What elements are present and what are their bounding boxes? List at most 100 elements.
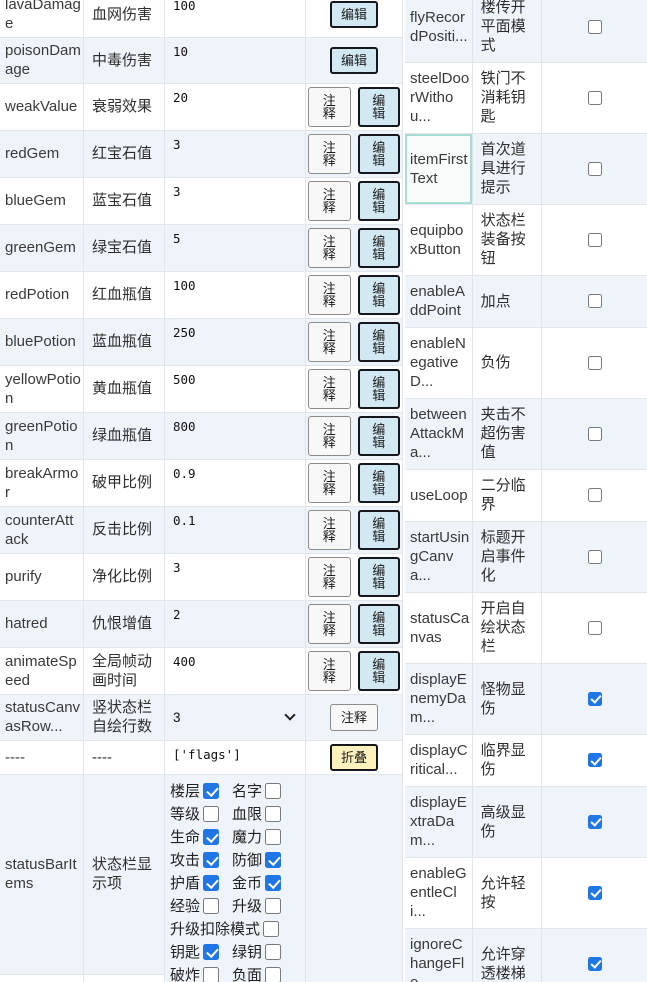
flag-checkbox[interactable] xyxy=(588,550,602,564)
status-bar-item: 破炸 xyxy=(170,964,219,982)
flag-checkbox[interactable] xyxy=(588,815,602,829)
status-bar-item-checkbox[interactable] xyxy=(203,829,219,845)
status-bar-item-checkbox[interactable] xyxy=(265,898,281,914)
edit-button[interactable]: 编辑 xyxy=(358,134,401,174)
field-label: 蓝血瓶值 xyxy=(83,319,164,365)
field-label: 夹击不超伤害值 xyxy=(472,399,541,469)
flag-checkbox[interactable] xyxy=(588,488,602,502)
comment-button[interactable]: 注释 xyxy=(308,322,351,362)
flag-value-cell xyxy=(541,134,647,204)
status-bar-item-checkbox[interactable] xyxy=(265,875,281,891)
status-bar-item-label: 经验 xyxy=(170,895,200,916)
status-bar-item-checkbox[interactable] xyxy=(203,783,219,799)
flag-checkbox[interactable] xyxy=(588,356,602,370)
edit-button[interactable]: 编辑 xyxy=(358,181,401,221)
comment-button[interactable]: 注释 xyxy=(308,557,351,597)
flag-value-cell xyxy=(541,0,647,62)
field-key: hatred xyxy=(0,601,83,647)
comment-button[interactable]: 注释 xyxy=(308,369,351,409)
flag-checkbox[interactable] xyxy=(588,621,602,635)
comment-button[interactable]: 注释 xyxy=(308,275,351,315)
edit-button[interactable]: 编辑 xyxy=(358,87,401,127)
flag-checkbox[interactable] xyxy=(588,294,602,308)
flag-checkbox[interactable] xyxy=(588,692,602,706)
comment-button[interactable]: 注释 xyxy=(308,463,351,503)
edit-button[interactable]: 编辑 xyxy=(330,1,378,28)
chevron-down-icon xyxy=(284,709,295,720)
edit-button[interactable]: 编辑 xyxy=(330,47,378,74)
field-key: ignoreChangeFlo... xyxy=(405,929,472,982)
flag-checkbox[interactable] xyxy=(588,886,602,900)
status-bar-item: 攻击 xyxy=(170,849,219,870)
field-label: 净化比例 xyxy=(83,554,164,600)
edit-button[interactable]: 编辑 xyxy=(358,463,401,503)
flag-checkbox[interactable] xyxy=(588,91,602,105)
field-label: 红宝石值 xyxy=(83,131,164,177)
status-bar-item-checkbox[interactable] xyxy=(203,852,219,868)
value-column: 楼层名字等级血限生命魔力攻击防御护盾金币经验升级升级扣除模式钥匙绿钥破炸负面技能 xyxy=(164,775,305,982)
flag-checkbox[interactable] xyxy=(588,957,602,971)
flag-checkbox[interactable] xyxy=(588,20,602,34)
flag-value-cell xyxy=(541,205,647,275)
field-value: ['flags'] xyxy=(173,745,297,764)
status-bar-item-label: 名字 xyxy=(232,780,262,801)
comment-button[interactable]: 注释 xyxy=(308,510,351,550)
status-bar-item-checkbox[interactable] xyxy=(265,944,281,960)
edit-button[interactable]: 编辑 xyxy=(358,557,401,597)
edit-button[interactable]: 编辑 xyxy=(358,228,401,268)
flag-checkbox[interactable] xyxy=(588,753,602,767)
field-key: enableGentleCli... xyxy=(405,858,472,928)
status-bar-item-checkbox[interactable] xyxy=(203,875,219,891)
edit-button[interactable]: 编辑 xyxy=(358,510,401,550)
edit-button[interactable]: 编辑 xyxy=(358,369,401,409)
status-bar-item-checkbox[interactable] xyxy=(265,806,281,822)
status-bar-item-checkbox[interactable] xyxy=(265,829,281,845)
status-bar-item-checkbox[interactable] xyxy=(265,967,281,982)
field-label: 临界显伤 xyxy=(472,735,541,786)
comment-button[interactable]: 注释 xyxy=(308,134,351,174)
edit-button[interactable]: 编辑 xyxy=(358,651,401,691)
comment-button[interactable]: 注释 xyxy=(308,181,351,221)
comment-button[interactable]: 注释 xyxy=(308,87,351,127)
row-count-select[interactable]: 3 xyxy=(173,708,297,727)
flag-checkbox[interactable] xyxy=(588,233,602,247)
field-value-cell: 0.1 xyxy=(164,507,305,553)
status-bar-item-checkbox[interactable] xyxy=(263,921,279,937)
field-key: weakValue xyxy=(0,84,83,130)
status-bar-item-checkbox[interactable] xyxy=(265,852,281,868)
field-key: displayCritical... xyxy=(405,735,472,786)
field-label: 高级显伤 xyxy=(472,787,541,857)
field-key: displayEnemyDam... xyxy=(405,664,472,734)
status-bar-item-checkbox[interactable] xyxy=(203,967,219,982)
status-bar-item-label: 钥匙 xyxy=(170,941,200,962)
status-bar-item-checkbox[interactable] xyxy=(203,944,219,960)
flag-checkbox[interactable] xyxy=(588,427,602,441)
comment-button[interactable]: 注释 xyxy=(308,416,351,456)
edit-button[interactable]: 编辑 xyxy=(358,322,401,362)
edit-button[interactable]: 编辑 xyxy=(358,416,401,456)
field-key: useLoop xyxy=(405,470,472,521)
table-row: flyNearStair楼传需在楼梯边 xyxy=(0,974,164,982)
edit-button[interactable]: 编辑 xyxy=(358,275,401,315)
field-key: enableAddPoint xyxy=(405,276,472,327)
table-row: useLoop二分临界 xyxy=(405,469,647,521)
comment-button[interactable]: 注释 xyxy=(308,228,351,268)
status-bar-item-checkbox[interactable] xyxy=(203,898,219,914)
table-row: displayExtraDam...高级显伤 xyxy=(405,786,647,857)
status-bar-item: 生命 xyxy=(170,826,219,847)
flag-checkbox[interactable] xyxy=(588,162,602,176)
comment-button[interactable]: 注释 xyxy=(308,651,351,691)
status-bar-item-checkbox[interactable] xyxy=(265,783,281,799)
edit-button[interactable]: 编辑 xyxy=(358,604,401,644)
status-bar-items-block: statusBarItems状态栏显示项flyNearStair楼传需在楼梯边楼… xyxy=(0,774,402,982)
collapse-button[interactable]: 折叠 xyxy=(330,744,378,771)
field-value: 5 xyxy=(173,229,297,248)
table-row: counterAttack反击比例0.1注释编辑 xyxy=(0,506,402,553)
field-label: 怪物显伤 xyxy=(472,664,541,734)
comment-button[interactable]: 注释 xyxy=(330,704,378,731)
status-bar-item-checkbox[interactable] xyxy=(203,806,219,822)
table-row: statusBarItems状态栏显示项 xyxy=(0,775,164,974)
status-bar-item-label: 绿钥 xyxy=(232,941,262,962)
comment-button[interactable]: 注释 xyxy=(308,604,351,644)
status-bar-item: 魔力 xyxy=(232,826,281,847)
